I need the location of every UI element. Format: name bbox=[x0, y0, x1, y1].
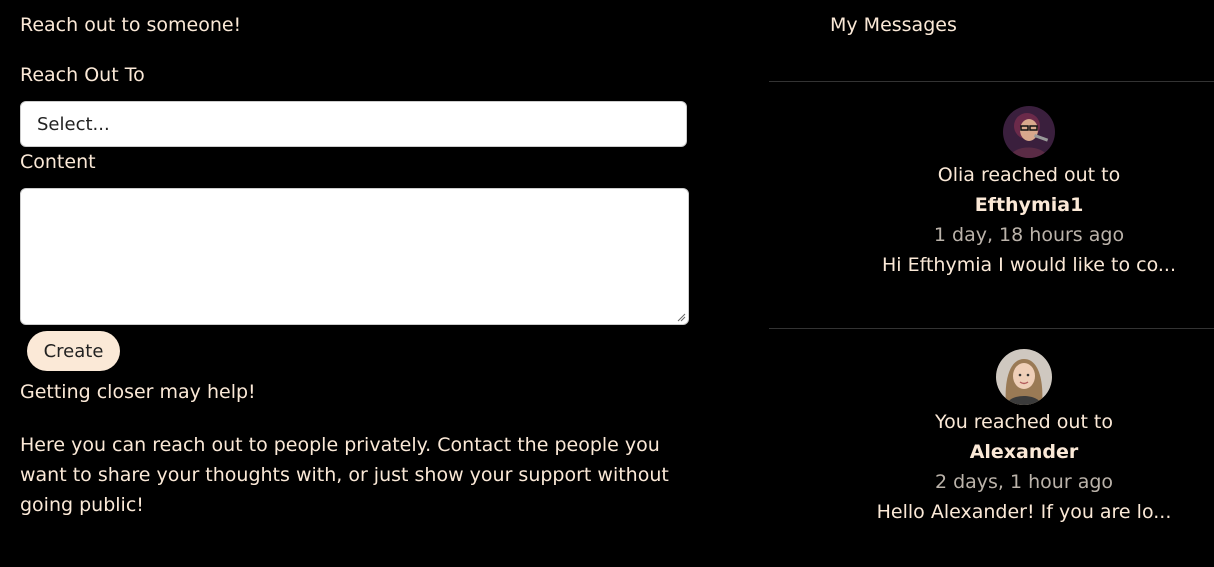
avatar bbox=[1003, 106, 1055, 158]
message-item[interactable]: Olia reached out to Efthymia1 1 day, 18 … bbox=[769, 106, 1214, 280]
message-recipient: Alexander bbox=[969, 441, 1079, 463]
recipient-select-value: Select... bbox=[37, 114, 110, 135]
message-item[interactable]: You reached out to Alexander 2 days, 1 h… bbox=[769, 349, 1214, 527]
message-recipient: Efthymia1 bbox=[974, 194, 1084, 216]
message-time: 1 day, 18 hours ago bbox=[933, 224, 1125, 246]
message-preview: Hi Efthymia I would like to co... bbox=[882, 254, 1176, 276]
avatar bbox=[996, 349, 1052, 405]
divider bbox=[769, 328, 1214, 329]
content-label: Content bbox=[20, 151, 96, 173]
create-button[interactable]: Create bbox=[27, 331, 120, 371]
resize-grip-icon[interactable] bbox=[676, 312, 686, 322]
compose-description: Here you can reach out to people private… bbox=[20, 434, 669, 516]
message-time: 2 days, 1 hour ago bbox=[934, 471, 1114, 493]
compose-title: Reach out to someone! bbox=[20, 14, 242, 36]
message-line: Olia reached out to bbox=[937, 164, 1121, 186]
content-textarea[interactable] bbox=[20, 188, 689, 325]
messages-panel: My Messages Olia reached out to Efthymia… bbox=[769, 0, 1214, 567]
avatar-image-icon bbox=[996, 349, 1052, 405]
message-preview: Hello Alexander! If you are lo... bbox=[876, 501, 1172, 523]
avatar-image-icon bbox=[1003, 106, 1055, 158]
divider bbox=[769, 81, 1214, 82]
reach-out-label: Reach Out To bbox=[20, 64, 145, 86]
message-line: You reached out to bbox=[934, 411, 1114, 433]
messages-title: My Messages bbox=[830, 14, 957, 36]
compose-subheading: Getting closer may help! bbox=[20, 381, 256, 403]
recipient-select[interactable]: Select... bbox=[20, 101, 687, 147]
